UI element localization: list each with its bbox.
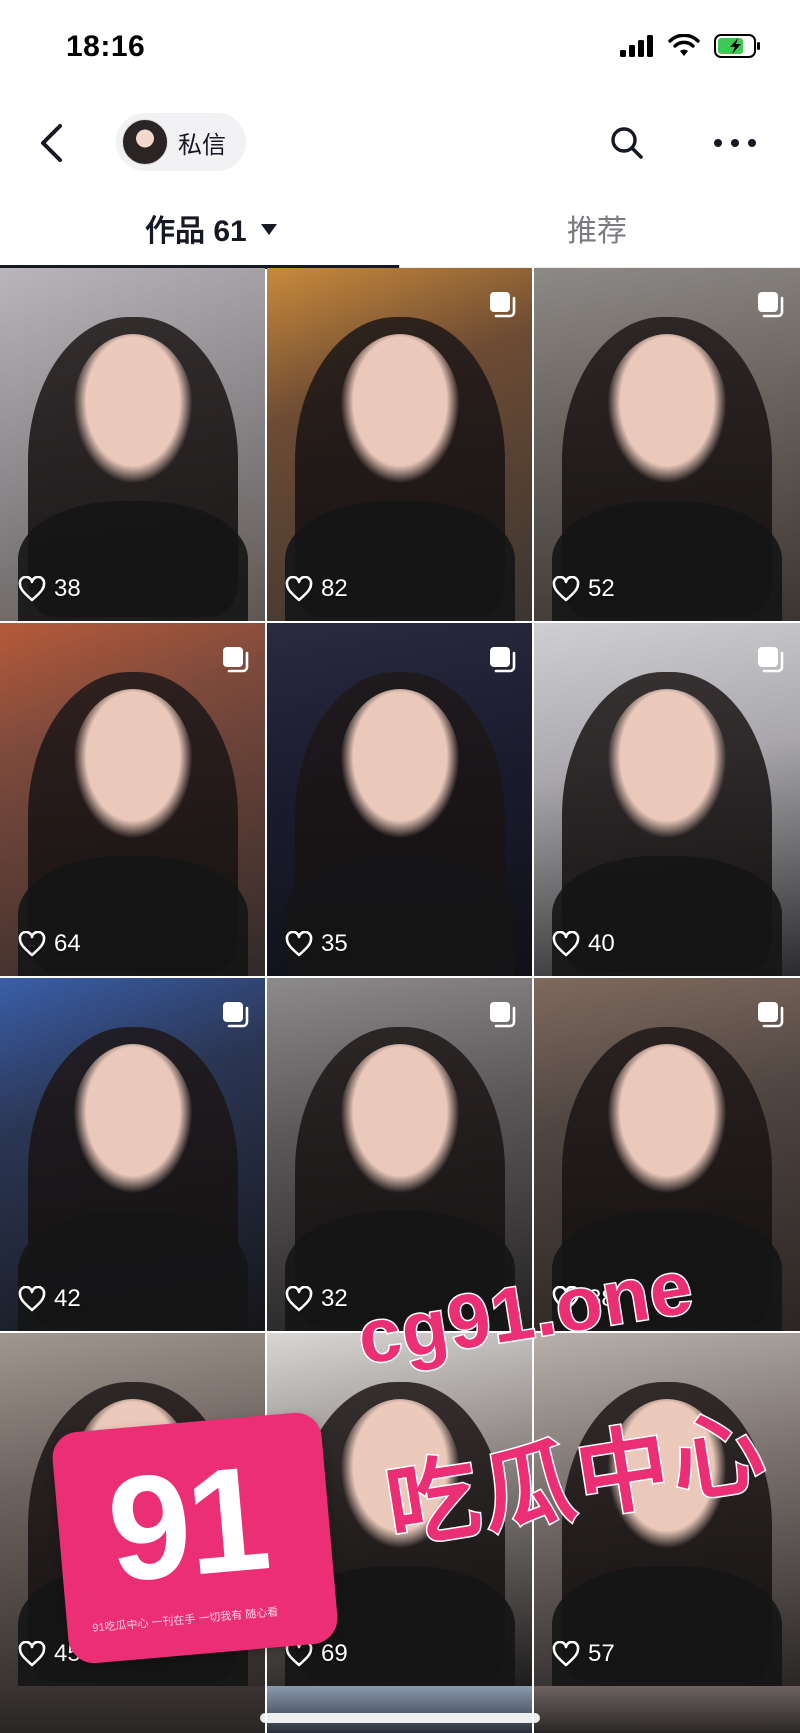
caret-down-icon xyxy=(260,223,277,235)
multi-image-icon xyxy=(223,1002,249,1028)
like-count: 35 xyxy=(285,930,348,958)
signal-icon xyxy=(620,35,653,57)
video-tile-partial[interactable] xyxy=(267,1686,532,1733)
tab-works-label: 作品 61 xyxy=(145,215,247,248)
heart-icon xyxy=(285,576,313,602)
like-count-value: 40 xyxy=(588,930,615,957)
thumbnail-photo xyxy=(17,501,248,621)
multi-image-icon xyxy=(758,647,784,673)
thumbnail-photo xyxy=(72,1044,193,1195)
battery-icon xyxy=(714,34,760,58)
multi-image-icon xyxy=(758,1002,784,1028)
video-tile[interactable]: 42 xyxy=(0,978,265,1331)
thumbnail-photo xyxy=(607,334,727,485)
like-count: 64 xyxy=(18,930,81,958)
video-tile[interactable]: 52 xyxy=(534,268,800,621)
multi-image-icon xyxy=(223,647,249,673)
thumbnail-photo xyxy=(552,856,782,976)
like-count: 40 xyxy=(552,930,615,958)
like-count-value: 64 xyxy=(54,930,81,957)
more-button[interactable] xyxy=(708,120,762,166)
wifi-icon xyxy=(668,34,700,56)
direct-message-button[interactable]: 私信 xyxy=(116,113,246,171)
like-count: 82 xyxy=(285,575,348,603)
like-count: 42 xyxy=(18,1285,81,1313)
like-count-value: 82 xyxy=(321,575,348,602)
heart-icon xyxy=(18,931,46,957)
heart-icon xyxy=(18,576,46,602)
direct-message-label: 私信 xyxy=(178,131,226,159)
like-count-value: 35 xyxy=(321,930,348,957)
multi-image-icon xyxy=(490,1002,516,1028)
like-count-value: 42 xyxy=(54,1285,81,1312)
like-count-value: 69 xyxy=(321,1640,348,1667)
heart-icon xyxy=(552,931,580,957)
avatar xyxy=(122,119,168,165)
heart-icon xyxy=(18,1641,46,1667)
multi-image-icon xyxy=(490,292,516,318)
thumbnail-photo xyxy=(284,501,515,621)
thumbnail-photo xyxy=(17,856,248,976)
multi-image-icon xyxy=(758,292,784,318)
profile-header: 私信 xyxy=(0,100,800,190)
thumbnail-photo xyxy=(607,1044,727,1195)
status-time: 18:16 xyxy=(66,30,146,63)
thumbnail-photo xyxy=(607,689,727,840)
thumbnail-photo xyxy=(339,689,460,840)
search-button[interactable] xyxy=(604,120,650,166)
tab-recommend[interactable]: 推荐 xyxy=(567,206,627,250)
video-tile[interactable]: 38 xyxy=(0,268,265,621)
more-icon xyxy=(714,139,756,147)
video-tile[interactable]: 35 xyxy=(267,623,532,976)
heart-icon xyxy=(552,1641,580,1667)
thumbnail-photo xyxy=(552,501,782,621)
like-count: 52 xyxy=(552,575,615,603)
tab-works[interactable]: 作品 61 xyxy=(145,206,277,250)
thumbnail-photo xyxy=(284,856,515,976)
heart-icon xyxy=(552,576,580,602)
tab-recommend-label: 推荐 xyxy=(567,215,627,248)
like-count-value: 38 xyxy=(54,575,81,602)
heart-icon xyxy=(285,931,313,957)
video-tile[interactable]: 40 xyxy=(534,623,800,976)
search-icon xyxy=(611,127,643,159)
heart-icon xyxy=(285,1286,313,1312)
thumbnail-photo xyxy=(339,1044,460,1195)
like-count-value: 32 xyxy=(321,1285,348,1312)
like-count-value: 52 xyxy=(588,575,615,602)
video-tile[interactable]: 64 xyxy=(0,623,265,976)
video-tile-partial[interactable] xyxy=(534,1686,800,1733)
back-button[interactable] xyxy=(26,118,76,168)
video-grid-partial-row xyxy=(0,1686,800,1733)
thumbnail-photo xyxy=(72,689,193,840)
profile-tabs: 作品 61 推荐 xyxy=(0,192,800,269)
like-count: 32 xyxy=(285,1285,348,1313)
watermark-badge-number: 91 xyxy=(101,1435,273,1614)
like-count: 57 xyxy=(552,1640,615,1668)
multi-image-icon xyxy=(490,647,516,673)
like-count-value: 57 xyxy=(588,1640,615,1667)
like-count: 38 xyxy=(18,575,81,603)
thumbnail-photo xyxy=(552,1566,782,1686)
heart-icon xyxy=(18,1286,46,1312)
thumbnail-photo xyxy=(17,1211,248,1331)
thumbnail-photo xyxy=(72,334,193,485)
status-icons xyxy=(620,34,762,58)
status-bar: 18:16 xyxy=(0,0,800,100)
thumbnail-photo xyxy=(339,334,460,485)
video-tile-partial[interactable] xyxy=(0,1686,265,1733)
video-tile[interactable]: 82 xyxy=(267,268,532,621)
back-icon xyxy=(41,124,62,162)
home-indicator xyxy=(260,1713,540,1723)
